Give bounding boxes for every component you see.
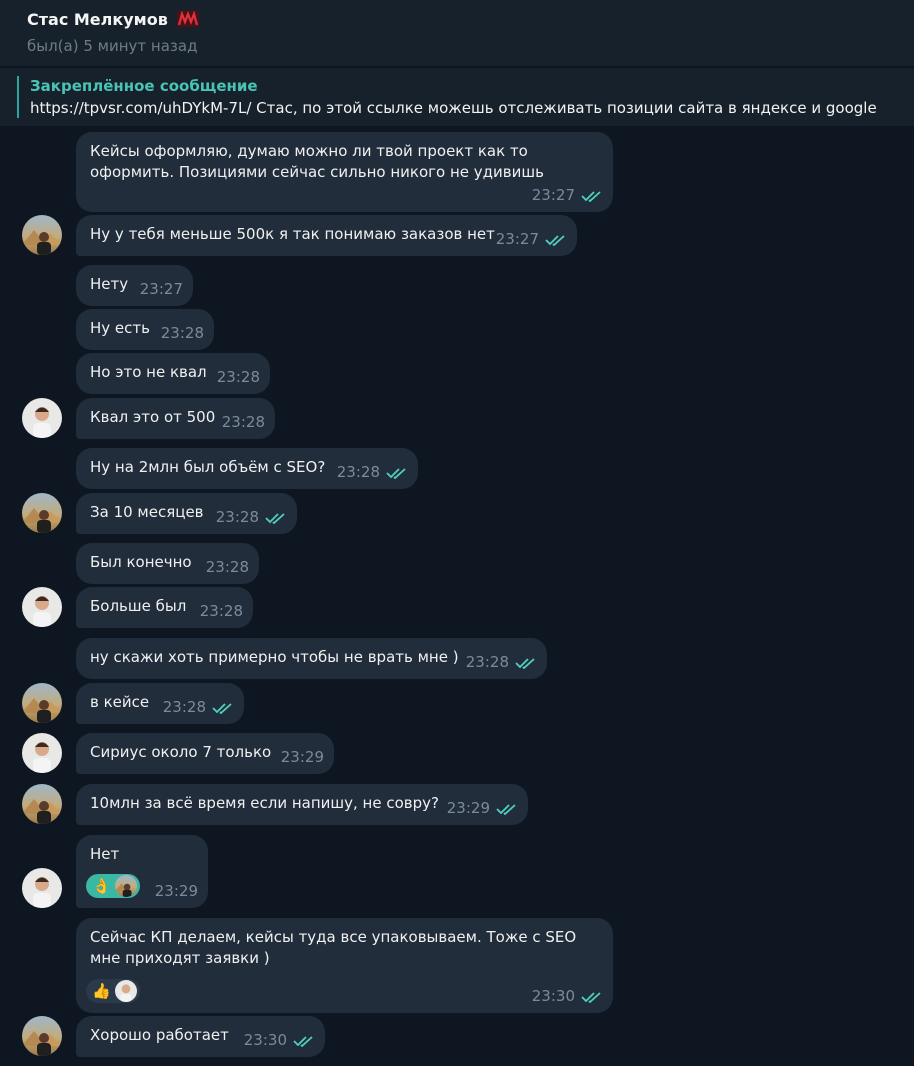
contact-avatar[interactable] xyxy=(22,398,62,438)
contact-avatar[interactable] xyxy=(22,587,62,627)
message-bubble[interactable]: Ну на 2млн был объём с SEO? 23:28 xyxy=(76,448,418,489)
pinned-indicator xyxy=(17,76,19,118)
message-bubble[interactable]: Был конечно 23:28 xyxy=(76,543,259,584)
person-avatar-icon xyxy=(22,508,62,533)
message-bubble[interactable]: Ну есть 23:28 xyxy=(76,309,214,350)
message-list: Кейсы оформляю, думаю можно ли твой прое… xyxy=(0,126,914,1066)
double-check-icon xyxy=(386,467,406,479)
double-check-icon xyxy=(293,1035,313,1047)
message-bubble[interactable]: Нету 23:27 xyxy=(76,265,193,306)
message-time: 23:27 xyxy=(495,230,539,248)
message-bubble[interactable]: ну скажи хоть примерно чтобы не врать мн… xyxy=(76,638,547,679)
message-bubble[interactable]: Квал это от 500 23:28 xyxy=(76,398,275,439)
contact-name[interactable]: Стас Мелкумов xyxy=(27,10,200,29)
message-time: 23:27 xyxy=(139,280,183,298)
double-check-icon xyxy=(496,803,516,815)
person-avatar-icon xyxy=(22,799,62,824)
reaction-chip[interactable]: 👍 xyxy=(86,979,140,1003)
chat-header: Стас Мелкумов был(а) 5 минут назад xyxy=(0,0,914,66)
thumbs-up-emoji-icon: 👍 xyxy=(92,982,111,1000)
contact-avatar[interactable] xyxy=(22,784,62,824)
person-avatar-icon xyxy=(22,230,62,255)
message-time: 23:29 xyxy=(280,748,324,766)
message-bubble[interactable]: Нет 👌 23:29 xyxy=(76,835,208,908)
contact-avatar[interactable] xyxy=(22,1016,62,1056)
message-time: 23:28 xyxy=(216,368,260,386)
double-check-icon xyxy=(581,190,601,202)
message-time: 23:29 xyxy=(446,799,490,817)
person-avatar-icon xyxy=(22,1031,62,1056)
double-check-icon xyxy=(545,234,565,246)
person-avatar-icon xyxy=(33,742,51,773)
message-time: 23:28 xyxy=(199,602,243,620)
message-time: 23:30 xyxy=(531,987,575,1005)
message-bubble[interactable]: Кейсы оформляю, думаю можно ли твой прое… xyxy=(76,132,613,212)
message-bubble[interactable]: Ну у тебя меньше 500к я так понимаю зака… xyxy=(76,215,577,256)
message-time: 23:28 xyxy=(221,413,265,431)
pinned-text: https://tpvsr.com/uhDYkM-7L/ Стас, по эт… xyxy=(30,99,877,117)
message-text: Ну у тебя меньше 500к я так понимаю зака… xyxy=(90,225,495,243)
message-bubble[interactable]: Сириус около 7 только 23:29 xyxy=(76,733,334,774)
person-avatar-icon xyxy=(22,698,62,723)
red-flag-icon xyxy=(177,11,200,27)
contact-avatar[interactable] xyxy=(22,215,62,255)
person-avatar-icon xyxy=(33,596,51,627)
message-time: 23:28 xyxy=(336,463,380,481)
double-check-icon xyxy=(265,512,285,524)
double-check-icon xyxy=(212,702,232,714)
message-bubble[interactable]: Но это не квал 23:28 xyxy=(76,353,270,394)
message-time: 23:29 xyxy=(154,882,198,900)
contact-avatar[interactable] xyxy=(22,493,62,533)
message-bubble[interactable]: 10млн за всё время если напишу, не совру… xyxy=(76,784,528,825)
pinned-title: Закреплённое сообщение xyxy=(30,77,258,95)
message-time: 23:28 xyxy=(465,653,509,671)
reactor-avatar xyxy=(114,980,137,1002)
message-text: Нет xyxy=(90,845,120,863)
pinned-message[interactable]: Закреплённое сообщение https://tpvsr.com… xyxy=(0,67,914,126)
ok-hand-emoji-icon: 👌 xyxy=(92,877,111,895)
reaction-chip[interactable]: 👌 xyxy=(86,874,140,898)
message-time: 23:30 xyxy=(243,1031,287,1049)
person-avatar-icon xyxy=(33,407,51,438)
contact-avatar[interactable] xyxy=(22,733,62,773)
message-time: 23:28 xyxy=(162,698,206,716)
message-time: 23:28 xyxy=(160,324,204,342)
double-check-icon xyxy=(581,991,601,1003)
reactor-avatar xyxy=(114,875,137,897)
message-bubble[interactable]: в кейсе 23:28 xyxy=(76,683,244,724)
person-avatar-icon xyxy=(33,877,51,908)
message-time: 23:27 xyxy=(531,186,575,204)
message-text: Сейчас КП делаем, кейсы туда все упаковы… xyxy=(90,928,577,967)
message-bubble[interactable]: Больше был 23:28 xyxy=(76,587,253,628)
message-bubble[interactable]: За 10 месяцев 23:28 xyxy=(76,493,297,534)
message-text: Кейсы оформляю, думаю можно ли твой прое… xyxy=(90,142,544,181)
contact-avatar[interactable] xyxy=(22,683,62,723)
message-time: 23:28 xyxy=(215,508,259,526)
contact-avatar[interactable] xyxy=(22,868,62,908)
message-time: 23:28 xyxy=(205,558,249,576)
message-bubble[interactable]: Сейчас КП делаем, кейсы туда все упаковы… xyxy=(76,918,613,1013)
double-check-icon xyxy=(515,657,535,669)
last-seen-status: был(а) 5 минут назад xyxy=(27,37,198,55)
message-bubble[interactable]: Хорошо работает 23:30 xyxy=(76,1016,325,1057)
